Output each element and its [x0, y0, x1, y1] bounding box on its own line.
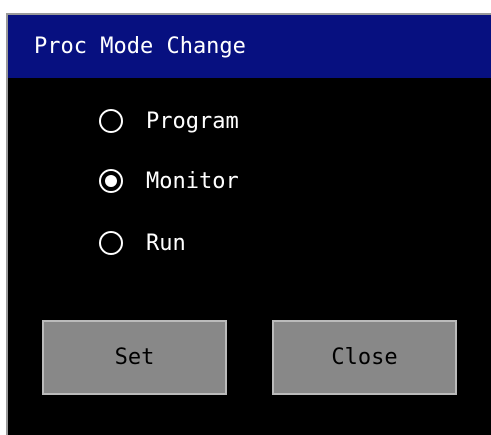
radio-unselected-icon[interactable]: [98, 108, 124, 134]
radio-label-program: Program: [146, 108, 239, 134]
mode-radio-group: Program Monitor Run: [8, 78, 491, 298]
radio-option-program[interactable]: Program: [98, 101, 239, 141]
radio-option-monitor[interactable]: Monitor: [98, 161, 239, 201]
radio-option-run[interactable]: Run: [98, 223, 186, 263]
radio-selected-icon[interactable]: [98, 168, 124, 194]
set-button[interactable]: Set: [42, 320, 227, 395]
radio-label-run: Run: [146, 230, 186, 256]
close-button[interactable]: Close: [272, 320, 457, 395]
radio-unselected-icon[interactable]: [98, 230, 124, 256]
radio-label-monitor: Monitor: [146, 168, 239, 194]
proc-mode-change-dialog: Proc Mode Change Program Monitor Run Set…: [6, 13, 491, 435]
dialog-title: Proc Mode Change: [8, 15, 491, 78]
